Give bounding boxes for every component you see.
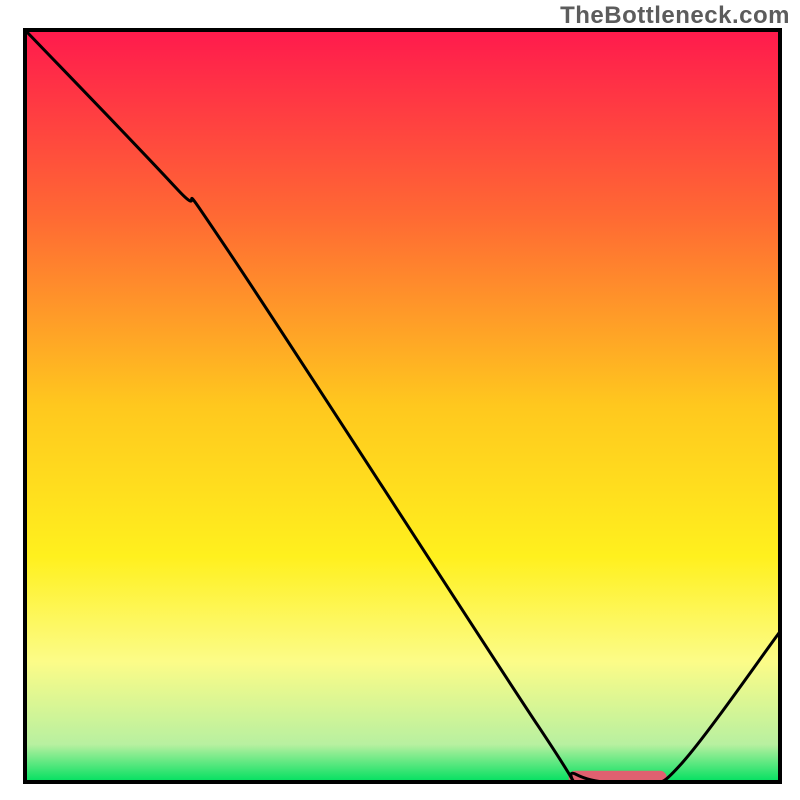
chart-container: TheBottleneck.com [0,0,800,800]
bottleneck-chart [0,0,800,800]
watermark-text: TheBottleneck.com [560,2,790,30]
gradient-background [25,30,780,782]
